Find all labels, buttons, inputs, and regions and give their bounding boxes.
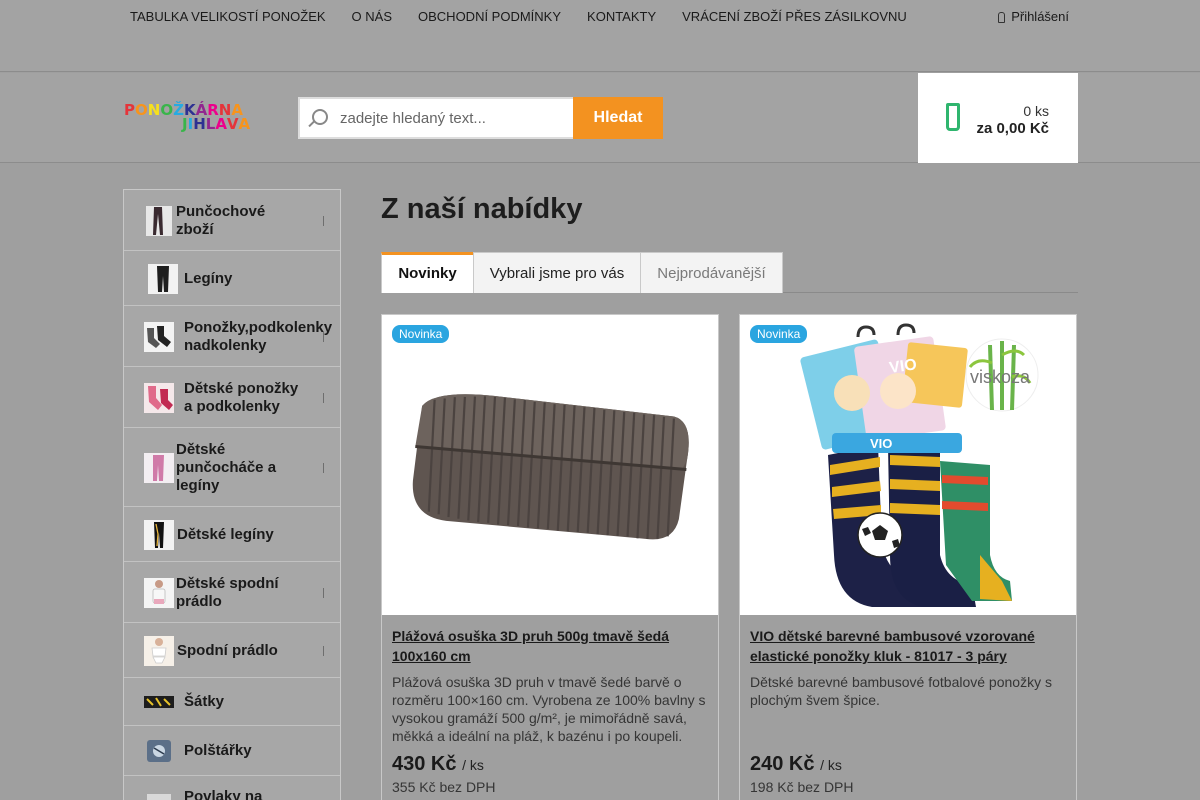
logo-letter: V	[226, 115, 239, 133]
sidebar-item-label: Polštářky	[184, 742, 252, 759]
sidebar-item-scarves[interactable]: Šátky	[124, 678, 340, 726]
search-box	[298, 97, 574, 139]
viskoza-logo-text: viskoza	[970, 367, 1031, 387]
pillow-icon	[147, 740, 171, 762]
logo-letter: O	[135, 101, 148, 119]
price-without-vat: 355 Kč bez DPH	[392, 779, 496, 795]
logo[interactable]: PONOŽKÁRNA JIHLAVA	[124, 101, 251, 133]
chevron-right-icon	[318, 392, 324, 403]
sidebar-item-label: Povlaky na	[184, 788, 263, 800]
price-value: 430 Kč	[392, 753, 457, 775]
logo-line-2: JIHLAVA	[182, 115, 251, 133]
socks-image: VIO VIO viskoza	[800, 323, 1039, 607]
search-input[interactable]	[340, 99, 570, 137]
page-title: Z naší nabídky	[381, 193, 583, 225]
product-image[interactable]: Novinka	[382, 315, 718, 615]
sidebar-item-label: Ponožky,podkolenky nadkolenky	[184, 318, 333, 354]
logo-letter: A	[238, 115, 251, 133]
cart-total: za 0,00 Kč	[976, 120, 1049, 137]
socks-icon	[144, 321, 174, 352]
search-button[interactable]: Hledat	[573, 97, 663, 139]
logo-letter: H	[193, 115, 206, 133]
sidebar-item-hosiery[interactable]: Punčochové zboží	[124, 190, 340, 251]
logo-letter: L	[205, 115, 216, 133]
sidebar-item-label: Dětské spodní prádlo	[176, 574, 279, 610]
search-icon	[312, 109, 328, 125]
logo-letter: O	[160, 101, 174, 119]
sidebar-item-leggings[interactable]: Legíny	[124, 251, 340, 306]
chevron-right-icon	[318, 645, 324, 656]
sidebar-item-covers[interactable]: Povlaky na	[124, 776, 340, 800]
chevron-right-icon	[318, 215, 324, 226]
nav-link-contacts[interactable]: KONTAKTY	[574, 0, 669, 36]
sidebar-item-label: Dětské punčocháče a legíny	[176, 440, 277, 494]
towel-image	[412, 394, 689, 540]
login-link[interactable]: Přihlášení	[998, 9, 1069, 24]
top-navigation: TABULKA VELIKOSTÍ PONOŽEK O NÁS OBCHODNÍ…	[0, 0, 1200, 72]
sidebar-item-socks[interactable]: Ponožky,podkolenky nadkolenky	[124, 306, 340, 367]
sidebar-item-label: Dětské ponožky a podkolenky	[184, 379, 299, 415]
tab-recommended[interactable]: Vybrali jsme pro vás	[473, 252, 641, 293]
sidebar-item-pillows[interactable]: Polštářky	[124, 726, 340, 776]
logo-letter: A	[215, 115, 227, 133]
kids-underwear-icon	[144, 577, 174, 608]
sidebar-item-underwear[interactable]: Spodní prádlo	[124, 623, 340, 678]
sidebar-item-label: Šátky	[184, 693, 225, 710]
logo-letter: N	[147, 101, 161, 119]
new-badge: Novinka	[392, 325, 450, 343]
chevron-right-icon	[318, 462, 324, 473]
search-form: Hledat	[298, 97, 664, 139]
sidebar-item-label: Punčochové zboží	[176, 202, 266, 238]
login-label: Přihlášení	[1011, 9, 1069, 24]
nav-link-size-table[interactable]: TABULKA VELIKOSTÍ PONOŽEK	[117, 0, 339, 36]
product-card[interactable]: Novinka Plážová osuška 3D pruh 500g tmav…	[381, 314, 719, 800]
product-description: Dětské barevné bambusové fotbalové ponož…	[750, 674, 1052, 708]
sidebar-item-label: Legíny	[184, 269, 233, 287]
price-value: 240 Kč	[750, 753, 815, 775]
category-sidebar: Punčochové zboží Legíny Ponožky,podkolen…	[123, 189, 341, 800]
price-unit: / ks	[820, 757, 842, 773]
cart-widget[interactable]: 0 ks za 0,00 Kč	[918, 73, 1078, 163]
product-description: Plážová osuška 3D pruh v tmavě šedé barv…	[392, 674, 706, 744]
sidebar-item-label: Spodní prádlo	[177, 641, 278, 659]
kids-leggings-icon	[144, 519, 174, 550]
sidebar-item-kids-leggings[interactable]: Dětské legíny	[124, 507, 340, 562]
scarf-icon	[144, 696, 174, 708]
nav-link-returns[interactable]: VRÁCENÍ ZBOŽÍ PŘES ZÁSILKOVNU	[669, 0, 920, 36]
nav-link-about[interactable]: O NÁS	[339, 0, 405, 36]
tab-new[interactable]: Novinky	[381, 252, 474, 293]
underwear-icon	[144, 635, 174, 666]
product-image[interactable]: VIO VIO viskoza Novinka	[740, 315, 1076, 615]
header: PONOŽKÁRNA JIHLAVA Hledat 0 ks za 0,00 K…	[0, 73, 1200, 163]
chevron-right-icon	[318, 331, 324, 342]
kids-socks-icon	[144, 382, 174, 413]
logo-letter: P	[124, 101, 135, 119]
cart-quantity: 0 ks	[1023, 103, 1049, 119]
product-price: 430 Kč / ks	[392, 753, 484, 776]
top-nav-links: TABULKA VELIKOSTÍ PONOŽEK O NÁS OBCHODNÍ…	[117, 0, 937, 36]
sidebar-item-kids-underwear[interactable]: Dětské spodní prádlo	[124, 562, 340, 623]
cover-icon	[147, 794, 171, 800]
kids-tights-icon	[144, 452, 174, 483]
cart-icon	[946, 103, 960, 131]
tab-bestsellers[interactable]: Nejprodávanější	[640, 252, 783, 293]
chevron-right-icon	[318, 587, 324, 598]
product-name-link[interactable]: Plážová osuška 3D pruh 500g tmavě šedá 1…	[392, 626, 707, 666]
product-tabs: Novinky Vybrali jsme pro vás Nejprodávan…	[381, 252, 1078, 293]
user-icon	[998, 12, 1006, 23]
sidebar-item-kids-socks[interactable]: Dětské ponožky a podkolenky	[124, 367, 340, 428]
nav-link-terms[interactable]: OBCHODNÍ PODMÍNKY	[405, 0, 574, 36]
svg-text:VIO: VIO	[870, 436, 892, 451]
price-without-vat: 198 Kč bez DPH	[750, 779, 854, 795]
product-card[interactable]: VIO VIO viskoza Novinka VIO dětské barev…	[739, 314, 1077, 800]
leggings-icon	[148, 263, 178, 294]
price-unit: / ks	[462, 757, 484, 773]
product-price: 240 Kč / ks	[750, 753, 842, 776]
hosiery-icon	[146, 205, 172, 236]
product-name-link[interactable]: VIO dětské barevné bambusové vzorované e…	[750, 626, 1065, 666]
sidebar-item-kids-tights[interactable]: Dětské punčocháče a legíny	[124, 428, 340, 507]
new-badge: Novinka	[750, 325, 808, 343]
sidebar-item-label: Dětské legíny	[177, 525, 274, 543]
